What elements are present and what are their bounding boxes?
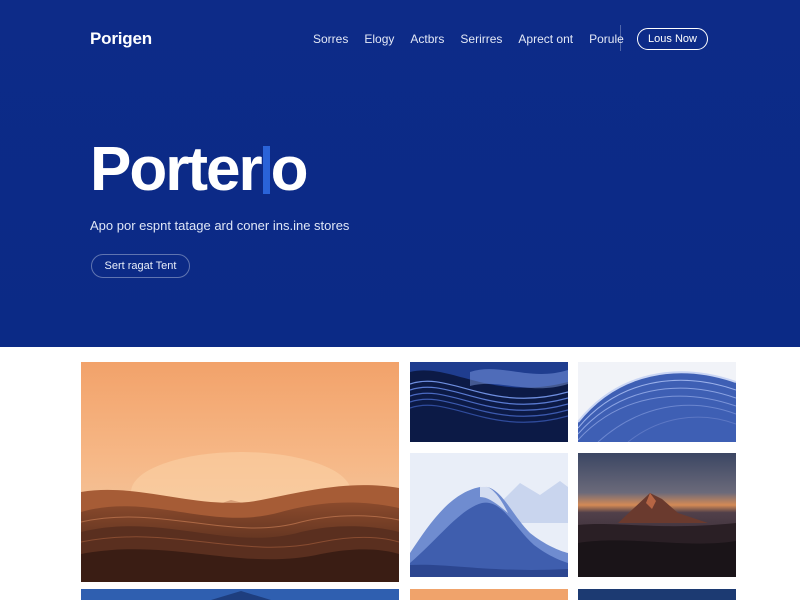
header-cta-button[interactable]: Lous Now (637, 28, 708, 50)
gallery-image-partial-orange[interactable] (410, 589, 568, 600)
nav-link-porule[interactable]: Porule (589, 32, 624, 46)
nav-divider (620, 25, 621, 51)
hero-title-part-2: o (270, 135, 309, 204)
hero-title: Porter o (90, 134, 309, 206)
blue-ridges-image (578, 362, 736, 442)
gallery-image-blue-waves[interactable] (410, 362, 568, 442)
nav-link-serirres[interactable]: Serirres (460, 32, 502, 46)
site-logo[interactable]: Porigen (90, 29, 152, 49)
nav-link-actbrs[interactable]: Actbrs (410, 32, 444, 46)
title-accent-bar (262, 146, 270, 194)
hero-subtitle: Apo por espnt tatage ard coner ins.ine s… (90, 218, 350, 233)
partial-orange-image (410, 589, 568, 600)
gallery-image-partial-dark[interactable] (578, 589, 736, 600)
partial-dark-image (578, 589, 736, 600)
hero-button[interactable]: Sert ragat Tent (91, 254, 190, 278)
gallery-image-blue-ridges[interactable] (578, 362, 736, 442)
gallery-image-dusk-mountain[interactable] (578, 453, 736, 577)
hero-title-part-1: Porter (90, 135, 263, 204)
gallery-image-partial-blue[interactable] (81, 589, 399, 600)
nav-link-aprect-ont[interactable]: Aprect ont (518, 32, 573, 46)
nav-link-sorres[interactable]: Sorres (313, 32, 348, 46)
hero-section: Porigen Sorres Elogy Actbrs Serirres Apr… (0, 0, 800, 347)
gallery-image-desert-dunes[interactable] (81, 362, 399, 582)
main-nav: Sorres Elogy Actbrs Serirres Aprect ont … (313, 31, 640, 47)
dusk-mountain-image (578, 453, 736, 577)
nav-link-elogy[interactable]: Elogy (364, 32, 394, 46)
desert-dunes-image (81, 362, 399, 582)
snowy-mountains-image (410, 453, 568, 577)
blue-waves-image (410, 362, 568, 442)
partial-blue-image (81, 589, 399, 600)
gallery-image-snowy-mountains[interactable] (410, 453, 568, 577)
